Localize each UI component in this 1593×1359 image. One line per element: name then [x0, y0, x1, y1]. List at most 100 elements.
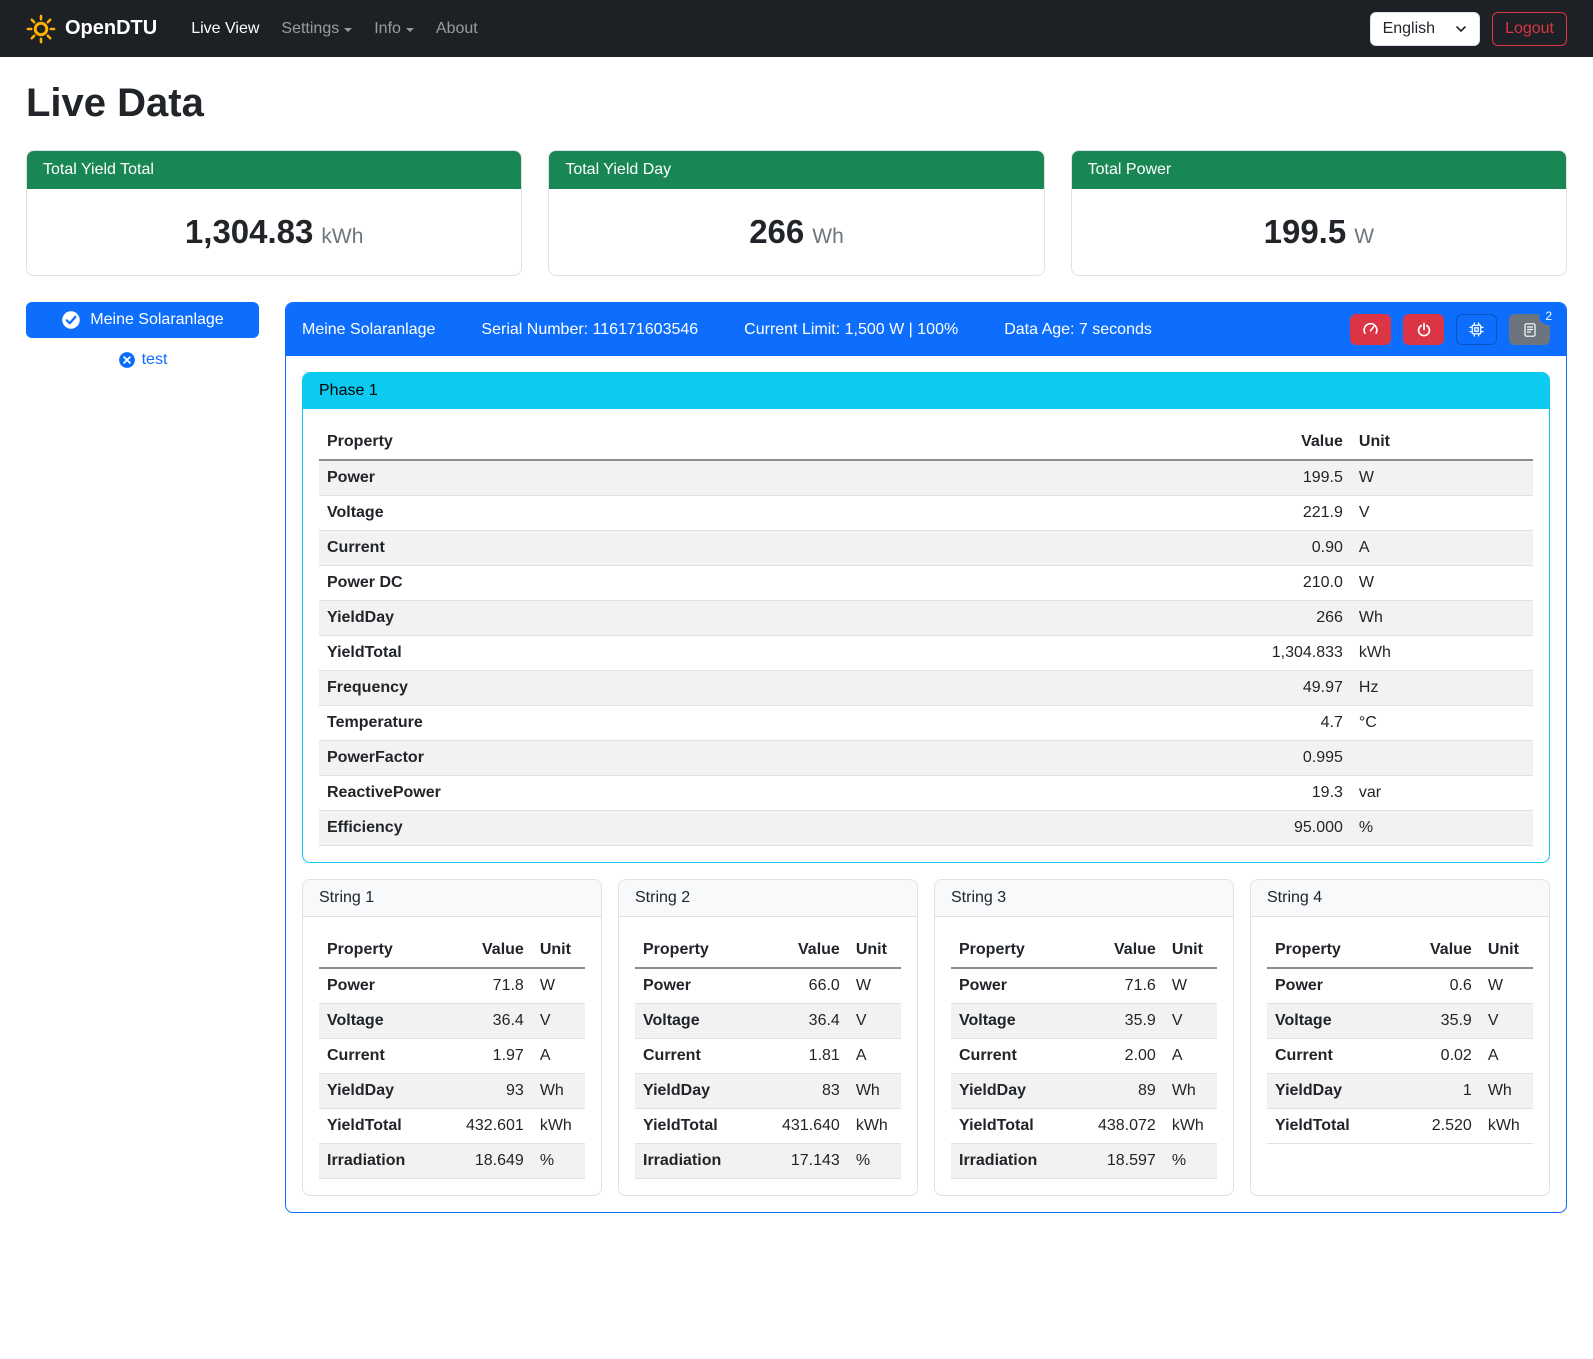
event-log-button[interactable]: 2 [1509, 314, 1550, 345]
row-value: 210.0 [1205, 566, 1351, 601]
row-value: 18.649 [452, 1144, 532, 1179]
table-row: Current1.97A [319, 1039, 585, 1074]
row-value: 36.4 [452, 1004, 532, 1039]
page-title: Live Data [26, 81, 1567, 126]
table-header-row: Property Value Unit [319, 933, 585, 968]
row-unit: kWh [1480, 1109, 1533, 1144]
row-value: 89 [1084, 1074, 1164, 1109]
row-unit: % [1164, 1144, 1217, 1179]
string-card-title: String 3 [935, 880, 1233, 917]
row-value: 266 [1205, 601, 1351, 636]
row-value: 19.3 [1205, 776, 1351, 811]
nav-live-view[interactable]: Live View [183, 12, 267, 46]
total-yield-day-card: Total Yield Day 266Wh [548, 150, 1044, 276]
row-unit: kWh [1351, 636, 1533, 671]
column-value: Value [1400, 933, 1480, 968]
nav-settings[interactable]: Settings [273, 12, 360, 46]
brand-text: OpenDTU [65, 17, 157, 40]
table-row: Efficiency95.000% [319, 811, 1533, 846]
table-row: Temperature4.7°C [319, 706, 1533, 741]
row-property: Voltage [1267, 1004, 1400, 1039]
row-unit: W [1351, 566, 1533, 601]
table-row: Current0.02A [1267, 1039, 1533, 1074]
column-unit: Unit [1480, 933, 1533, 968]
table-row: YieldTotal431.640kWh [635, 1109, 901, 1144]
table-row: Voltage36.4V [635, 1004, 901, 1039]
row-value: 95.000 [1205, 811, 1351, 846]
card-title: Total Yield Total [27, 151, 521, 189]
table-row: Voltage35.9V [1267, 1004, 1533, 1039]
table-row: YieldDay89Wh [951, 1074, 1217, 1109]
row-value: 1.97 [452, 1039, 532, 1074]
limit-settings-button[interactable] [1350, 314, 1391, 345]
card-title: Total Power [1072, 151, 1566, 189]
row-value: 35.9 [1400, 1004, 1480, 1039]
row-property: Power [1267, 968, 1400, 1004]
row-property: Power [319, 968, 452, 1004]
event-count-badge: 2 [1539, 307, 1558, 325]
row-unit: °C [1351, 706, 1533, 741]
row-property: Power [635, 968, 768, 1004]
power-icon [1416, 322, 1432, 338]
row-property: YieldTotal [635, 1109, 768, 1144]
row-property: YieldDay [319, 1074, 452, 1109]
test-inverter-link[interactable]: test [26, 351, 259, 369]
row-unit: Wh [532, 1074, 585, 1109]
string-card-3: String 3 Property Value Unit [934, 879, 1234, 1196]
row-value: 1.81 [768, 1039, 848, 1074]
inverter-select-label: Meine Solaranlage [90, 311, 223, 329]
row-property: Efficiency [319, 811, 1205, 846]
row-value: 1,304.833 [1205, 636, 1351, 671]
row-value: 35.9 [1084, 1004, 1164, 1039]
string-card-2: String 2 Property Value Unit [618, 879, 918, 1196]
chevron-down-icon [1455, 23, 1467, 35]
row-unit: W [848, 968, 901, 1004]
nav-about[interactable]: About [428, 12, 486, 46]
row-value: 432.601 [452, 1109, 532, 1144]
cpu-icon [1468, 321, 1485, 338]
row-value: 0.6 [1400, 968, 1480, 1004]
row-value: 49.97 [1205, 671, 1351, 706]
row-unit: Wh [1351, 601, 1533, 636]
table-row: Power0.6W [1267, 968, 1533, 1004]
power-button[interactable] [1403, 314, 1444, 345]
column-property: Property [635, 933, 768, 968]
row-unit: A [1351, 531, 1533, 566]
row-value: 83 [768, 1074, 848, 1109]
language-select[interactable]: English [1370, 12, 1480, 46]
device-info-button[interactable] [1456, 314, 1497, 345]
total-yield-total-card: Total Yield Total 1,304.83kWh [26, 150, 522, 276]
inverter-limit: Current Limit: 1,500 W | 100% [744, 321, 958, 339]
row-property: ReactivePower [319, 776, 1205, 811]
row-unit: A [848, 1039, 901, 1074]
test-inverter-label: test [142, 351, 168, 369]
nav-info[interactable]: Info [366, 12, 422, 46]
table-row: PowerFactor0.995 [319, 741, 1533, 776]
row-value: 17.143 [768, 1144, 848, 1179]
main-content: Live Data Total Yield Total 1,304.83kWh … [0, 57, 1593, 1243]
brand-link[interactable]: OpenDTU [26, 14, 157, 44]
table-row: YieldDay83Wh [635, 1074, 901, 1109]
nav-links: Live View Settings Info About [183, 12, 486, 46]
logout-button[interactable]: Logout [1492, 12, 1567, 46]
row-value: 199.5 [1205, 460, 1351, 496]
inverter-select-button[interactable]: Meine Solaranlage [26, 302, 259, 338]
column-property: Property [1267, 933, 1400, 968]
row-property: PowerFactor [319, 741, 1205, 776]
row-property: Irradiation [635, 1144, 768, 1179]
row-property: Power [951, 968, 1084, 1004]
row-property: Power [319, 460, 1205, 496]
table-row: Current1.81A [635, 1039, 901, 1074]
row-value: 4.7 [1205, 706, 1351, 741]
table-row: Power DC210.0W [319, 566, 1533, 601]
x-circle-icon [118, 351, 136, 369]
row-unit: kWh [532, 1109, 585, 1144]
string-card-title: String 2 [619, 880, 917, 917]
row-unit: Wh [1164, 1074, 1217, 1109]
row-unit: A [532, 1039, 585, 1074]
table-row: Frequency49.97Hz [319, 671, 1533, 706]
row-unit: Wh [848, 1074, 901, 1109]
row-value: 0.02 [1400, 1039, 1480, 1074]
table-row: YieldTotal432.601kWh [319, 1109, 585, 1144]
row-unit [1351, 741, 1533, 776]
